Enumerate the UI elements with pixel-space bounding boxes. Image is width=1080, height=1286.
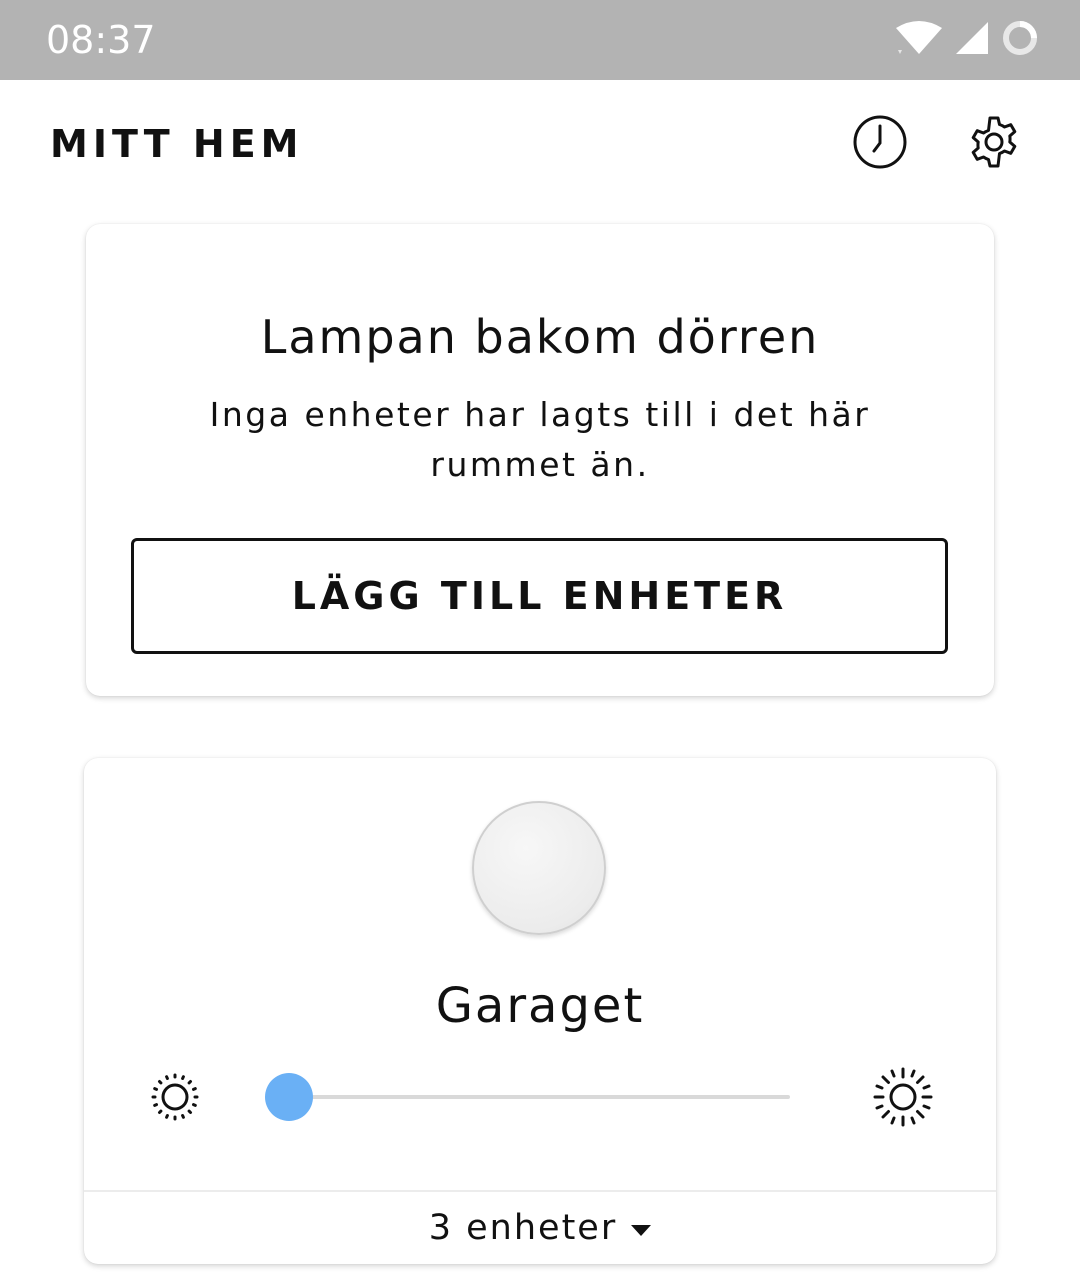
page-title: MITT HEM (50, 122, 304, 166)
caret-down-icon (631, 1224, 652, 1236)
settings-button[interactable] (964, 114, 1024, 174)
brightness-low-icon (148, 1070, 202, 1124)
room-name: Garaget (435, 978, 645, 1034)
device-count-dropdown[interactable]: 3 enheter (84, 1192, 996, 1264)
add-devices-button[interactable]: LÄGG TILL ENHETER (131, 538, 948, 654)
brightness-slider-thumb[interactable] (265, 1073, 313, 1121)
room-card-lampan-bakom-dorren: Lampan bakom dörren Inga enheter har lag… (86, 224, 994, 696)
device-count-label: 3 enheter (428, 1208, 618, 1248)
empty-room-message: Inga enheter har lagts till i det här ru… (209, 395, 871, 484)
status-time: 08:37 (46, 18, 156, 62)
history-clock-icon (852, 114, 908, 174)
gear-icon (966, 114, 1022, 174)
status-bar: 08:37 (0, 0, 1080, 80)
room-card-garaget: Garaget 3 enheter (84, 758, 996, 1264)
room-power-toggle[interactable] (472, 801, 606, 935)
cell-signal-icon (954, 20, 990, 60)
wifi-icon (894, 20, 944, 60)
brightness-slider[interactable] (265, 1073, 790, 1121)
status-icons (894, 20, 1040, 60)
app-header: MITT HEM (0, 80, 1080, 210)
room-name: Lampan bakom dörren (260, 310, 820, 364)
brightness-high-icon (872, 1066, 933, 1127)
history-button[interactable] (850, 114, 910, 174)
sync-icon (1000, 18, 1040, 62)
